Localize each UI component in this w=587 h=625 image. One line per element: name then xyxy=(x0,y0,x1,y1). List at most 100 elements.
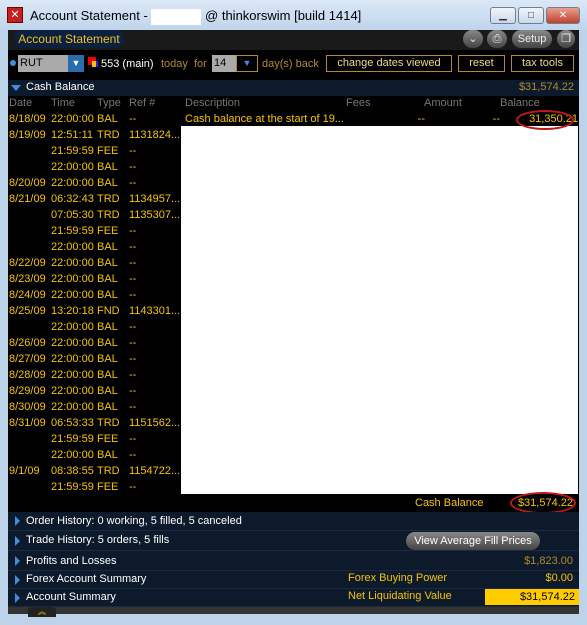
cell-time: 22:00:00 xyxy=(51,401,94,413)
trade-history-section[interactable]: Trade History: 5 orders, 5 fills View Av… xyxy=(8,531,579,551)
col-amount[interactable]: Amount xyxy=(424,97,462,109)
cell-ref: -- xyxy=(129,289,137,301)
expand-down-icon[interactable] xyxy=(11,85,21,91)
expand-icon[interactable] xyxy=(15,555,20,566)
cell-time: 22:00:00 xyxy=(51,337,94,349)
col-fees[interactable]: Fees xyxy=(346,97,370,109)
cell-ref: 1151562... xyxy=(129,417,181,429)
detach-icon[interactable]: ❐ xyxy=(557,30,575,48)
cell-ref: 1134957... xyxy=(129,193,181,205)
cell-type: BAL xyxy=(97,113,118,125)
cell-ref: 1135307... xyxy=(129,209,181,221)
cell-time: 21:59:59 xyxy=(51,225,94,237)
col-ref[interactable]: Ref # xyxy=(129,97,155,109)
cell-date: 8/26/09 xyxy=(9,337,46,349)
cell-type: BAL xyxy=(97,385,118,397)
days-dropdown-icon[interactable]: ▼ xyxy=(236,55,258,72)
forex-bp-value: $0.00 xyxy=(545,572,573,584)
bottom-bar xyxy=(8,607,579,614)
cell-ref: 1143301... xyxy=(129,305,181,317)
cell-type: BAL xyxy=(97,449,118,461)
order-history-section[interactable]: Order History: 0 working, 5 filled, 5 ca… xyxy=(8,512,579,531)
cell-time: 22:00:00 xyxy=(51,369,94,381)
cell-time: 22:00:00 xyxy=(51,177,94,189)
title-prefix: Account Statement - xyxy=(30,8,152,23)
cell-date: 8/18/09 xyxy=(9,113,46,125)
tax-tools-button[interactable]: tax tools xyxy=(511,55,574,72)
cash-balance-title: Cash Balance xyxy=(26,81,95,93)
footer-cash-label: Cash Balance xyxy=(415,497,484,509)
cell-type: BAL xyxy=(97,353,118,365)
setup-button[interactable]: Setup xyxy=(512,30,552,48)
account-summary-label: Account Summary xyxy=(26,591,116,603)
cell-type: FEE xyxy=(97,225,119,237)
account-label[interactable]: 553 (main) xyxy=(101,58,154,70)
pnl-section[interactable]: Profits and Losses $1,823.00 xyxy=(8,551,579,571)
cell-ref: -- xyxy=(129,337,137,349)
cell-fees: -- xyxy=(417,113,425,125)
reset-button[interactable]: reset xyxy=(458,55,505,72)
col-description[interactable]: Description xyxy=(185,97,240,109)
expand-icon[interactable] xyxy=(15,592,20,603)
minimize-button[interactable]: ▁ xyxy=(490,7,516,24)
cell-date: 8/29/09 xyxy=(9,385,46,397)
cell-type: BAL xyxy=(97,337,118,349)
tab-account-statement[interactable]: Account Statement xyxy=(14,30,124,48)
view-avg-fill-button[interactable]: View Average Fill Prices xyxy=(406,532,540,550)
expand-icon[interactable] xyxy=(15,574,20,585)
cell-time: 06:32:43 xyxy=(51,193,94,205)
col-balance[interactable]: Balance xyxy=(500,97,540,109)
col-date[interactable]: Date xyxy=(9,97,32,109)
cell-type: BAL xyxy=(97,369,118,381)
cell-ref: -- xyxy=(129,385,137,397)
symbol-dropdown-icon[interactable]: ▼ xyxy=(68,55,84,72)
col-type[interactable]: Type xyxy=(97,97,121,109)
cell-type: TRD xyxy=(97,193,120,205)
days-back-label: day(s) back xyxy=(262,58,319,70)
maximize-button[interactable]: □ xyxy=(518,7,544,24)
close-button[interactable]: ✕ xyxy=(546,7,580,24)
collapse-icon[interactable]: ⌄ xyxy=(463,30,483,48)
cell-type: BAL xyxy=(97,241,118,253)
cell-ref: -- xyxy=(129,353,137,365)
account-color-icon-2 xyxy=(92,61,98,67)
cell-type: FEE xyxy=(97,481,119,493)
cell-time: 22:00:00 xyxy=(51,241,94,253)
cell-ref: -- xyxy=(129,273,137,285)
cell-ref: -- xyxy=(129,401,137,413)
order-history-label: Order History: 0 working, 5 filled, 5 ca… xyxy=(26,515,242,527)
cell-type: BAL xyxy=(97,177,118,189)
cell-time: 13:20:18 xyxy=(51,305,94,317)
cell-type: TRD xyxy=(97,417,120,429)
cell-type: TRD xyxy=(97,465,120,477)
annotation-circle xyxy=(516,110,574,130)
table-row[interactable]: 8/18/09 22:00:00 BAL -- Cash balance at the … xyxy=(8,111,579,127)
cell-ref: 1131824... xyxy=(129,129,181,141)
cell-type: BAL xyxy=(97,289,118,301)
expand-icon[interactable] xyxy=(15,516,20,526)
symbol-input[interactable]: RUT xyxy=(18,55,68,72)
trade-history-label: Trade History: 5 orders, 5 fills xyxy=(26,534,170,546)
cell-time: 08:38:55 xyxy=(51,465,94,477)
cell-time: 21:59:59 xyxy=(51,145,94,157)
col-time[interactable]: Time xyxy=(51,97,75,109)
cell-time: 22:00:00 xyxy=(51,385,94,397)
cell-time: 22:00:00 xyxy=(51,449,94,461)
cell-ref: -- xyxy=(129,321,137,333)
cell-ref: -- xyxy=(129,449,137,461)
today-label: today xyxy=(161,58,188,70)
print-icon[interactable]: ⎙ xyxy=(487,30,507,48)
expand-icon[interactable] xyxy=(15,535,20,546)
cell-ref: -- xyxy=(129,257,137,269)
cell-date: 8/25/09 xyxy=(9,305,46,317)
cell-time: 22:00:00 xyxy=(51,257,94,269)
annotation-circle-2 xyxy=(510,492,576,514)
cell-ref: -- xyxy=(129,161,137,173)
cell-date: 8/28/09 xyxy=(9,369,46,381)
account-summary-section[interactable]: Account Summary Net Liquidating Value $31,… xyxy=(8,589,579,607)
forex-section[interactable]: Forex Account Summary Forex Buying Power $… xyxy=(8,571,579,589)
cell-type: BAL xyxy=(97,257,118,269)
change-dates-button[interactable]: change dates viewed xyxy=(326,55,452,72)
days-input[interactable]: 14 xyxy=(212,55,236,72)
expand-up-icon[interactable]: ︽ xyxy=(28,607,56,617)
